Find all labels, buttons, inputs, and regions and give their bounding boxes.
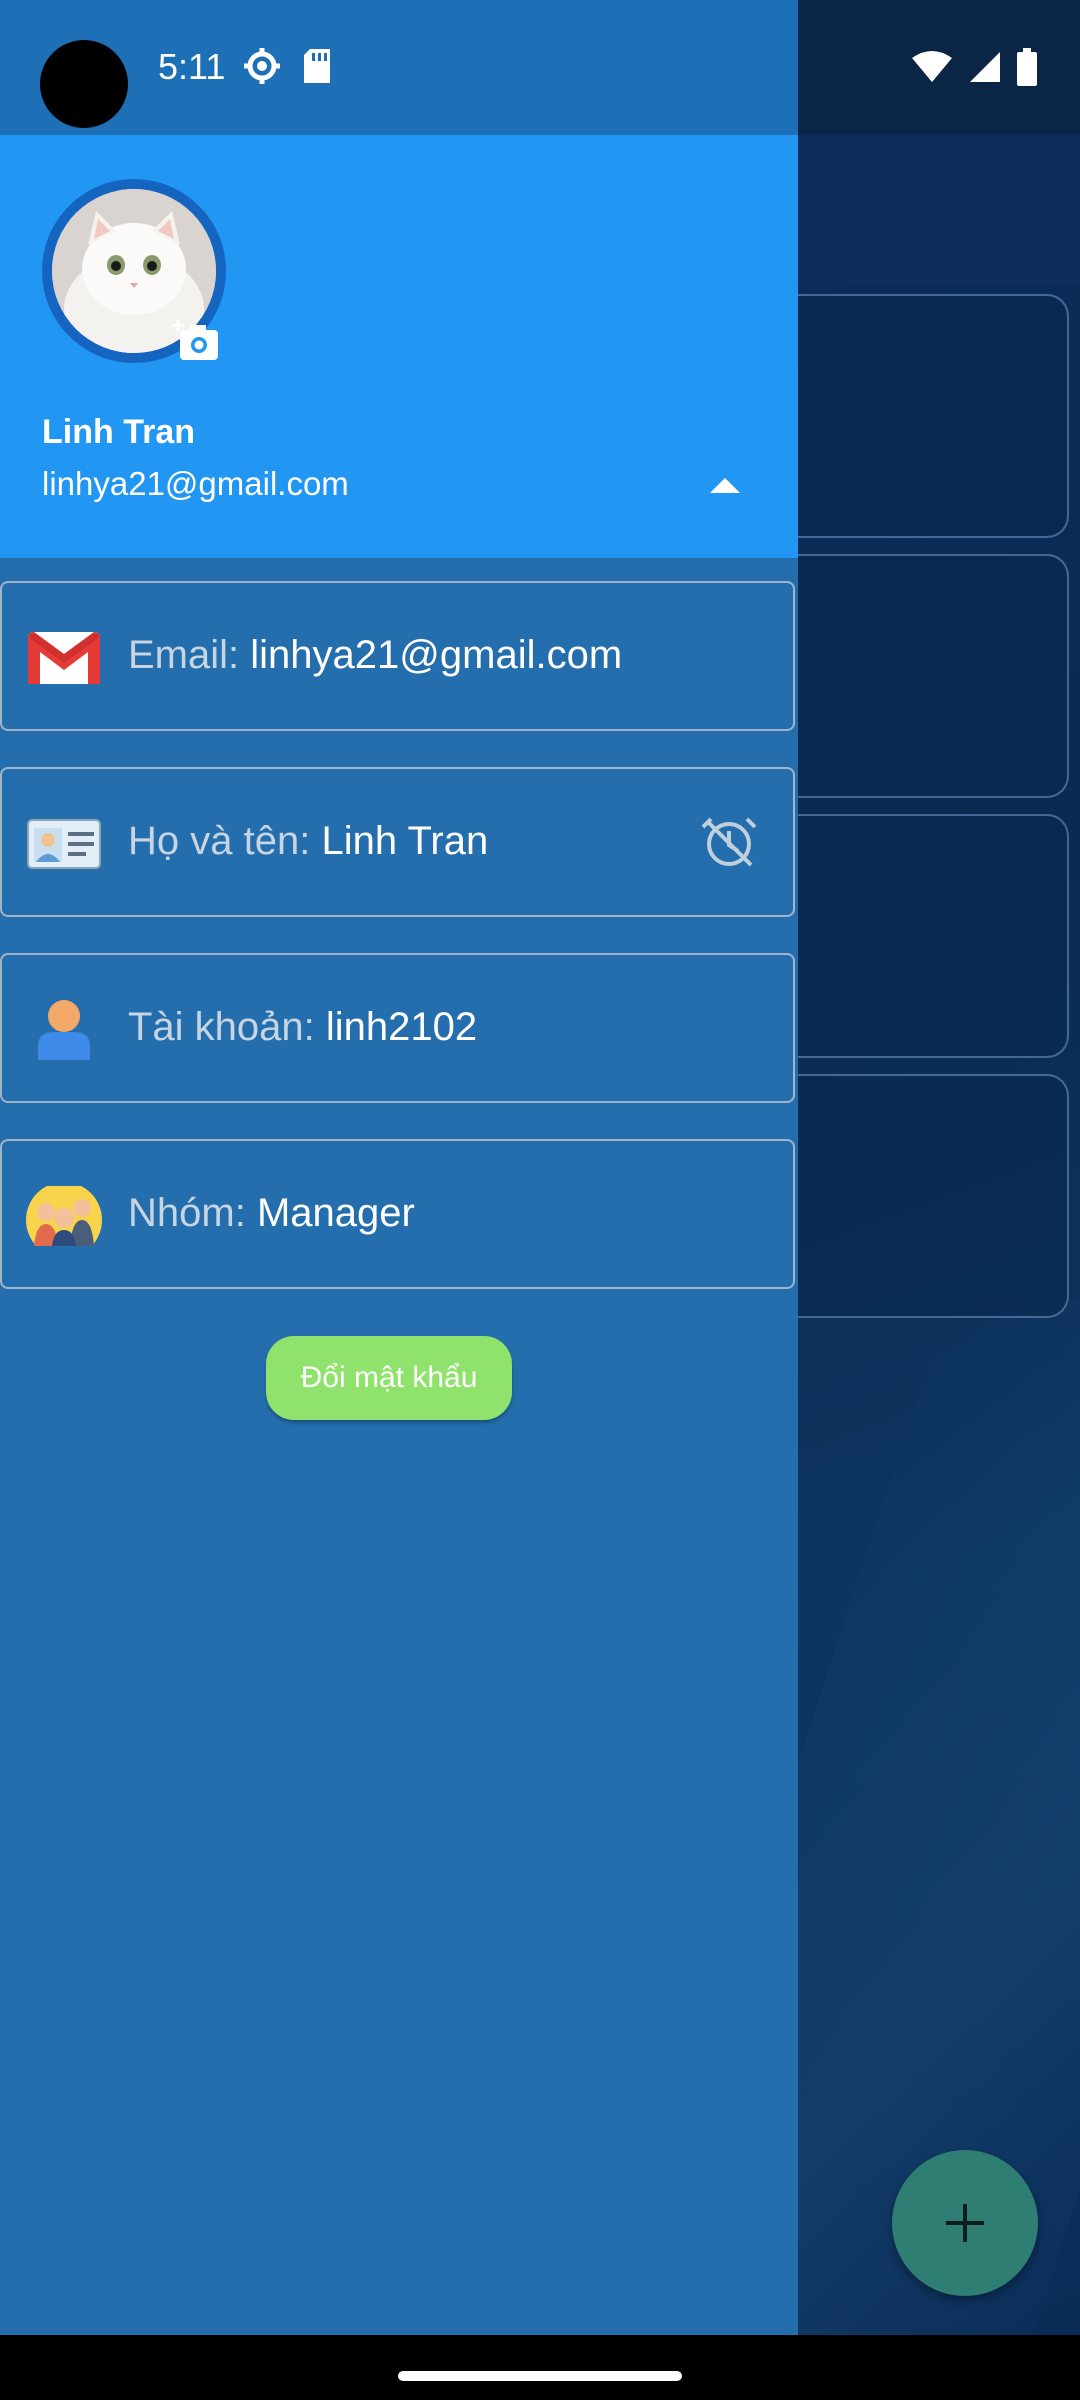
group-info-card: Nhóm: Manager [0,1139,795,1289]
change-photo-button[interactable] [172,320,222,369]
cell-signal-icon [970,52,1000,82]
home-gesture-handle[interactable] [398,2371,682,2381]
battery-icon [1017,48,1037,86]
drawer-header: Linh Tran linhya21@gmail.com [0,135,798,558]
account-toggle-button[interactable] [708,475,742,500]
group-label: Nhóm: [128,1191,246,1235]
account-label: Tài khoản: [128,1005,315,1049]
arrow-up-icon [710,478,740,493]
user-icon [38,1000,90,1060]
system-navigation-bar [0,2335,1080,2400]
change-password-button[interactable]: Đổi mật khẩu [266,1336,512,1420]
wifi-icon [912,51,952,82]
user-email: linhya21@gmail.com [42,465,349,502]
id-card-icon [27,819,101,869]
group-icon [26,1186,102,1246]
fullname-value: Linh Tran [321,819,489,863]
plus-icon [946,2204,984,2242]
account-info-card: Tài khoản: linh2102 [0,953,795,1103]
fullname-info-card: Họ và tên: Linh Tran [0,767,795,917]
navigation-drawer: Linh Tran linhya21@gmail.com Email: linh… [0,135,798,2335]
email-label: Email: [128,633,240,677]
account-value: linh2102 [325,1005,478,1049]
email-value: linhya21@gmail.com [250,633,623,677]
user-name: Linh Tran [42,413,195,451]
edit-name-button[interactable] [701,815,757,876]
status-time: 5:11 [158,46,226,87]
status-bar: 5:11 [0,0,1080,135]
group-value: Manager [256,1191,415,1235]
camera-cutout [40,40,128,128]
fullname-label: Họ và tên: [128,819,311,863]
email-info-card: Email: linhya21@gmail.com [0,581,795,731]
edit-off-icon [701,817,757,867]
gmail-icon [28,632,100,684]
camera-add-icon [172,320,218,360]
settings-gear-icon [244,48,280,84]
add-fab-button[interactable] [892,2150,1038,2296]
sd-card-icon [304,49,330,83]
